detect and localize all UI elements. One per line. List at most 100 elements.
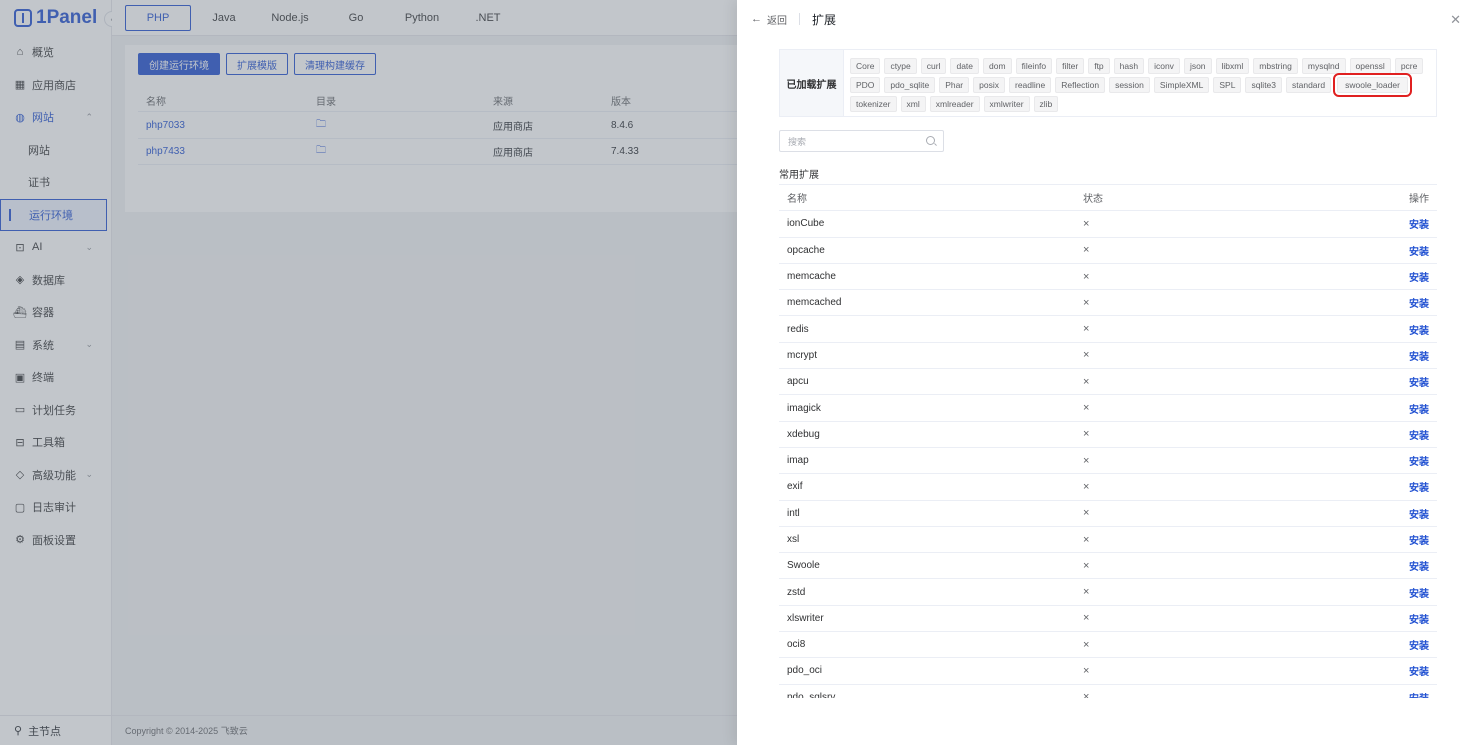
status-not-installed-icon: × xyxy=(1083,533,1090,546)
install-button[interactable]: 安装 xyxy=(1387,558,1437,573)
col-action: 操作 xyxy=(1409,194,1429,206)
status-not-installed-icon: × xyxy=(1083,296,1090,309)
table-row: pdo_sqlsrv × 安装 xyxy=(779,685,1437,698)
table-row: xlswriter × 安装 xyxy=(779,606,1437,633)
extension-name: memcache xyxy=(787,271,836,283)
table-row: imap × 安装 xyxy=(779,448,1437,475)
status-not-installed-icon: × xyxy=(1083,375,1090,388)
table-row: Swoole × 安装 xyxy=(779,553,1437,580)
extensions-drawer: ← 返回 扩展 ✕ 已加载扩展 Core ctype curl date dom file… xyxy=(737,0,1479,745)
extension-name: pdo_sqlsrv xyxy=(787,691,836,698)
extension-name: opcache xyxy=(787,244,825,256)
extension-tag: openssl xyxy=(1349,58,1391,74)
install-button[interactable]: 安装 xyxy=(1387,532,1437,547)
install-button[interactable]: 安装 xyxy=(1387,453,1437,468)
install-button[interactable]: 安装 xyxy=(1387,637,1437,652)
status-not-installed-icon: × xyxy=(1083,428,1090,441)
status-not-installed-icon: × xyxy=(1083,454,1090,467)
extension-tag: xmlwriter xyxy=(983,96,1030,112)
extension-tag: SimpleXML xyxy=(1153,77,1210,93)
table-row: xsl × 安装 xyxy=(779,527,1437,554)
back-button[interactable]: ← 返回 xyxy=(751,12,787,27)
install-button[interactable]: 安装 xyxy=(1387,690,1437,698)
extension-tag: fileinfo xyxy=(1015,58,1053,74)
extension-name: mcrypt xyxy=(787,349,817,361)
install-button[interactable]: 安装 xyxy=(1387,243,1437,258)
close-icon[interactable]: ✕ xyxy=(1450,12,1461,28)
status-not-installed-icon: × xyxy=(1083,349,1090,362)
install-button[interactable]: 安装 xyxy=(1387,374,1437,389)
status-not-installed-icon: × xyxy=(1083,270,1090,283)
extension-tag: iconv xyxy=(1148,58,1180,74)
status-not-installed-icon: × xyxy=(1083,586,1090,599)
table-row: intl × 安装 xyxy=(779,501,1437,527)
extension-name: memcached xyxy=(787,297,842,309)
table-row: ionCube × 安装 xyxy=(779,211,1437,238)
extension-tag: SPL xyxy=(1213,77,1242,93)
extension-name: Swoole xyxy=(787,560,820,572)
extension-name: ionCube xyxy=(787,218,825,230)
extension-name: zstd xyxy=(787,586,806,598)
table-row: imagick × 安装 xyxy=(779,395,1437,422)
install-button[interactable]: 安装 xyxy=(1387,506,1437,521)
extension-tag: xmlreader xyxy=(929,96,980,112)
extension-tag: Core xyxy=(850,58,881,74)
install-button[interactable]: 安装 xyxy=(1387,322,1437,337)
extension-name: imap xyxy=(787,455,809,467)
extension-tag: zlib xyxy=(1033,96,1059,112)
extension-tag: posix xyxy=(973,77,1005,93)
extension-name: redis xyxy=(787,323,809,335)
extension-tag: readline xyxy=(1009,77,1052,93)
install-button[interactable]: 安装 xyxy=(1387,427,1437,442)
extension-tag: standard xyxy=(1286,77,1332,93)
divider xyxy=(799,13,800,25)
extension-name: imagick xyxy=(787,402,821,414)
status-not-installed-icon: × xyxy=(1083,244,1090,257)
install-button[interactable]: 安装 xyxy=(1387,479,1437,494)
status-not-installed-icon: × xyxy=(1083,664,1090,677)
extension-tag: pdo_sqlite xyxy=(884,77,936,93)
extension-tag: libxml xyxy=(1215,58,1250,74)
loaded-extensions-tags: Core ctype curl date dom fileinfo filter ftp has… xyxy=(844,50,1436,116)
extension-tag: hash xyxy=(1113,58,1145,74)
install-button[interactable]: 安装 xyxy=(1387,611,1437,626)
search-placeholder: 搜索 xyxy=(788,136,807,147)
extension-name: xsl xyxy=(787,534,800,545)
extension-name: pdo_oci xyxy=(787,665,823,677)
install-button[interactable]: 安装 xyxy=(1387,295,1437,310)
install-button[interactable]: 安装 xyxy=(1387,585,1437,600)
table-row: memcache × 安装 xyxy=(779,264,1437,291)
extension-tag: xml xyxy=(900,96,926,112)
install-button[interactable]: 安装 xyxy=(1387,348,1437,363)
search-input[interactable]: 搜索 xyxy=(779,130,944,152)
table-row: memcached × 安装 xyxy=(779,290,1437,317)
search-icon xyxy=(926,136,935,145)
extension-tag: Phar xyxy=(939,77,970,93)
install-button[interactable]: 安装 xyxy=(1387,663,1437,678)
table-row: mcrypt × 安装 xyxy=(779,343,1437,370)
extension-tag: tokenizer xyxy=(850,96,897,112)
table-row: opcache × 安装 xyxy=(779,238,1437,264)
drawer-overlay-mask[interactable] xyxy=(0,0,737,745)
extension-name: exif xyxy=(787,481,803,493)
extension-tag: session xyxy=(1109,77,1150,93)
status-not-installed-icon: × xyxy=(1083,612,1090,625)
col-name: 名称 xyxy=(787,194,807,206)
table-row: pdo_oci × 安装 xyxy=(779,658,1437,685)
status-not-installed-icon: × xyxy=(1083,323,1090,336)
install-button[interactable]: 安装 xyxy=(1387,216,1437,231)
extension-tag: PDO xyxy=(850,77,881,93)
extension-tag: ftp xyxy=(1088,58,1110,74)
status-not-installed-icon: × xyxy=(1083,691,1090,698)
status-not-installed-icon: × xyxy=(1083,402,1090,415)
common-extensions-table: 名称 状态 操作 ionCube × 安装 opcache × 安装 memcache × 安装… xyxy=(779,184,1437,698)
extension-name: apcu xyxy=(787,376,809,388)
extension-name: xlswriter xyxy=(787,612,824,624)
extension-tag: json xyxy=(1183,58,1212,74)
extension-tag: mysqlnd xyxy=(1301,58,1346,74)
extension-tag: curl xyxy=(920,58,947,74)
install-button[interactable]: 安装 xyxy=(1387,401,1437,416)
install-button[interactable]: 安装 xyxy=(1387,269,1437,284)
extension-name: xdebug xyxy=(787,428,820,440)
extension-tag-highlighted: swoole_loader xyxy=(1333,73,1412,97)
